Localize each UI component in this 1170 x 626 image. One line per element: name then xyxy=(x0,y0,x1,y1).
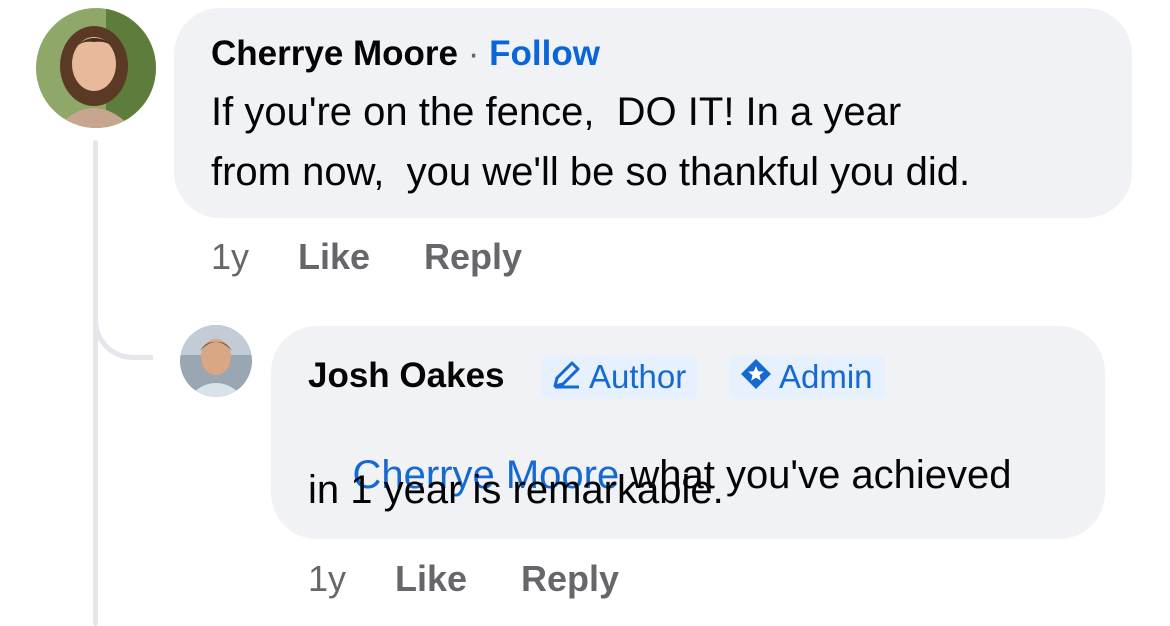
comment-text-line-1: If you're on the fence, DO IT! In a year xyxy=(211,90,902,134)
reply-bubble: Josh Oakes Author Admin Cherrye Moore wh… xyxy=(271,326,1105,539)
avatar-josh-oakes[interactable] xyxy=(180,325,252,397)
admin-badge-label: Admin xyxy=(779,358,873,395)
thread-connector-line xyxy=(93,140,98,626)
name-separator: · xyxy=(467,34,480,73)
admin-badge: Admin xyxy=(729,355,885,399)
comment-bubble: Cherrye Moore · Follow If you're on the … xyxy=(174,8,1132,218)
reply-text-line-2: in 1 year is remarkable. xyxy=(308,468,724,512)
comment-timestamp[interactable]: 1y xyxy=(211,236,249,278)
comment-like-button[interactable]: Like xyxy=(298,236,370,278)
reply-timestamp[interactable]: 1y xyxy=(308,558,346,600)
follow-link[interactable]: Follow xyxy=(489,34,600,73)
reply-author-name[interactable]: Josh Oakes xyxy=(308,356,505,395)
author-badge: Author xyxy=(541,355,699,401)
pencil-icon xyxy=(551,357,583,401)
author-badge-label: Author xyxy=(589,358,687,395)
reply-actions: 1y Like Reply xyxy=(0,558,1170,602)
shield-star-icon xyxy=(739,357,773,402)
comment-author-name[interactable]: Cherrye Moore xyxy=(211,34,458,73)
comment-reply-button[interactable]: Reply xyxy=(424,236,522,278)
reply-like-button[interactable]: Like xyxy=(395,558,467,600)
reply-reply-button[interactable]: Reply xyxy=(521,558,619,600)
avatar-cherrye-moore[interactable] xyxy=(36,8,156,128)
comment-text-line-2: from now, you we'll be so thankful you d… xyxy=(211,150,971,194)
thread-connector-curve xyxy=(93,300,153,360)
comment-actions: 1y Like Reply xyxy=(0,236,1170,280)
